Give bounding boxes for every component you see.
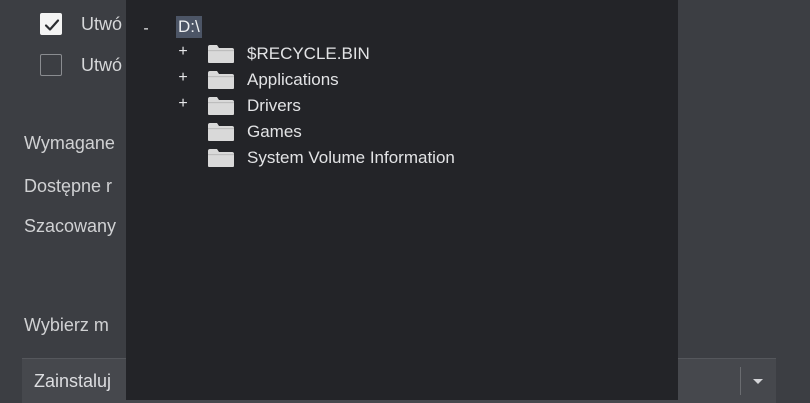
dropdown-separator — [740, 367, 741, 395]
estimated-time-label: Szacowany — [24, 216, 117, 236]
checkbox-create-shortcut-2[interactable] — [40, 54, 62, 76]
install-dialog: Utwó Utwó Wymagane Dostępne r Szacowany … — [0, 0, 810, 403]
folder-icon — [208, 149, 234, 167]
collapse-toggle[interactable]: - — [140, 20, 152, 38]
folder-label[interactable]: System Volume Information — [247, 148, 455, 168]
folder-icon — [208, 45, 234, 63]
install-location-value: Zainstaluj — [34, 371, 112, 391]
folder-icon — [208, 123, 234, 141]
tree-item[interactable]: + $RECYCLE.BIN — [126, 43, 678, 67]
folder-label[interactable]: $RECYCLE.BIN — [247, 44, 370, 64]
expand-toggle[interactable]: + — [177, 43, 189, 61]
folder-icon — [208, 97, 234, 115]
expand-toggle[interactable]: + — [177, 95, 189, 113]
folder-label[interactable]: Applications — [247, 70, 339, 90]
check-icon — [44, 19, 60, 31]
tree-root[interactable]: - D:\ — [126, 0, 678, 38]
checkbox-label-2: Utwó — [81, 55, 123, 75]
folder-browser-panel[interactable]: - D:\ + $RECYCLE.BIN + Applications + Dr… — [126, 0, 678, 400]
tree-item[interactable]: System Volume Information — [126, 147, 678, 171]
select-location-label: Wybierz m — [24, 315, 109, 335]
folder-icon — [208, 71, 234, 89]
drive-root-label[interactable]: D:\ — [176, 16, 202, 38]
tree-item[interactable]: + Drivers — [126, 95, 678, 119]
expand-toggle[interactable]: + — [177, 69, 189, 87]
tree-item[interactable]: + Applications — [126, 69, 678, 93]
tree-item[interactable]: Games — [126, 121, 678, 145]
folder-label[interactable]: Games — [247, 122, 302, 142]
folder-label[interactable]: Drivers — [247, 96, 301, 116]
checkbox-create-shortcut-1[interactable] — [40, 13, 62, 35]
checkbox-label-1: Utwó — [81, 14, 123, 34]
required-space-label: Wymagane — [24, 133, 115, 153]
available-space-label: Dostępne r — [24, 176, 113, 196]
chevron-down-icon[interactable] — [752, 378, 764, 386]
